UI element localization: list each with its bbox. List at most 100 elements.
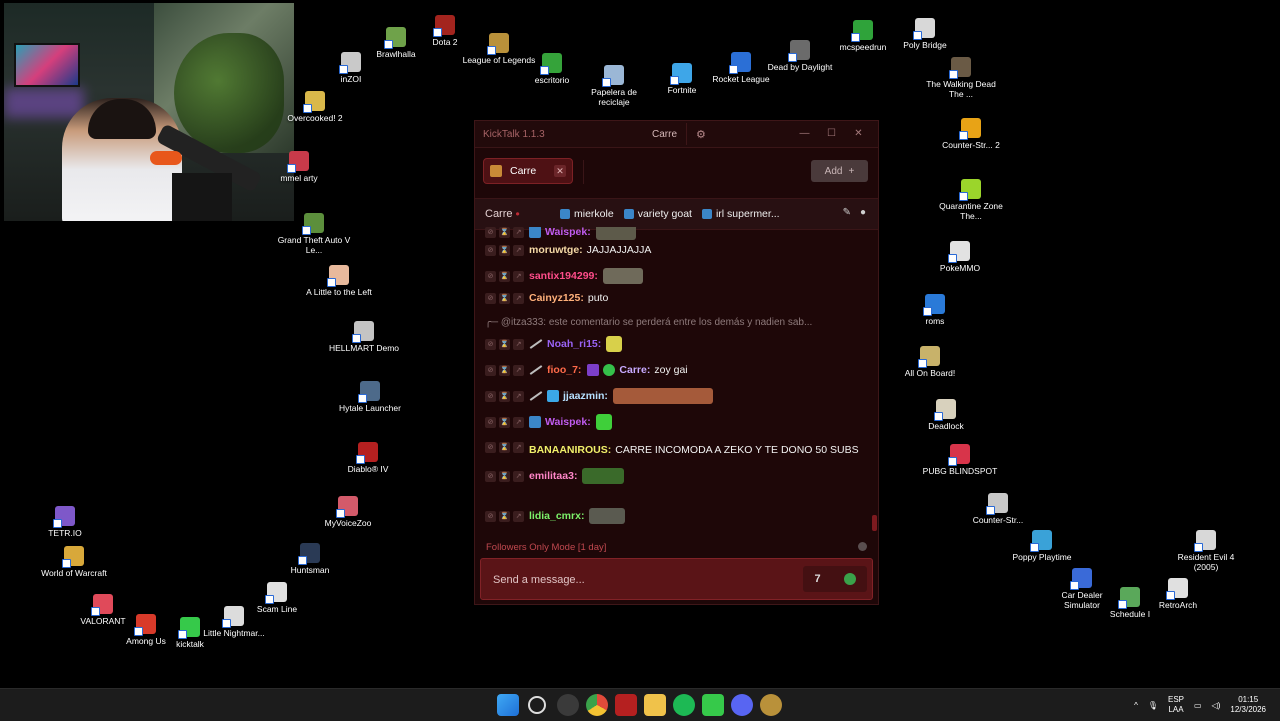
gear-icon[interactable]: ⚙ [687,128,715,141]
timeout-icon[interactable]: ⌛ [499,364,510,376]
chat-message[interactable]: ⊘ ⌛ ↗ lidia_cmrx: [475,505,868,527]
chat-message[interactable]: ⊘ ⌛ ↗ Waispek: [475,411,868,433]
reply-preview[interactable]: ╭─ @itza333: este comentario se perderá … [475,317,812,328]
chat-username[interactable]: Waispek: [545,227,591,238]
timeout-icon[interactable]: ⌛ [499,416,510,428]
desktop-shortcut[interactable]: World of Warcraft [36,546,112,578]
chat-username[interactable]: emilitaa3: [529,470,577,482]
ban-icon[interactable]: ⊘ [485,244,496,256]
desktop-shortcut[interactable]: Deadlock [908,399,984,431]
mentioned-user[interactable]: Carre: [619,364,650,376]
chat-message[interactable]: ⊘ ⌛ ↗ moruwtge: JAJJAJJAJJA [475,239,868,261]
chat-scrollbar[interactable] [872,515,877,531]
emote-image[interactable] [595,414,612,430]
emote-image[interactable] [602,268,643,284]
search-icon[interactable] [528,696,546,714]
title-bar[interactable]: KickTalk 1.1.3 Carre ⚙ — ☐ ✕ [475,121,878,148]
language-indicator[interactable]: ESP LAA [1168,695,1184,715]
desktop-shortcut[interactable]: Quarantine Zone The... [933,179,1009,221]
pin-message-icon[interactable]: ↗ [513,227,524,238]
kicktalk-taskbar-icon[interactable] [702,694,724,716]
desktop-shortcut[interactable]: Grand Theft Auto V Le... [276,213,352,255]
spotify-icon[interactable] [673,694,695,716]
ban-icon[interactable]: ⊘ [485,390,496,402]
chrome-icon[interactable] [586,694,608,716]
desktop-shortcut[interactable]: PUBG BLINDSPOT [922,444,998,476]
maximize-button[interactable]: ☐ [818,121,845,147]
desktop-shortcut[interactable]: Poppy Playtime [1004,530,1080,562]
timeout-icon[interactable]: ⌛ [499,338,510,350]
desktop-shortcut[interactable]: All On Board! [892,346,968,378]
desktop-shortcut[interactable]: PokeMMO [922,241,998,273]
pin-message-icon[interactable]: ↗ [513,364,524,376]
pinned-user[interactable]: irl supermer... [701,208,780,220]
chat-message[interactable]: ⊘ ⌛ ↗ BANAANIROUS: CARRE INCOMODA A ZEKO Y T… [475,439,868,461]
pinned-user[interactable]: mierkole [560,208,614,220]
windows-start-icon[interactable] [497,694,519,716]
ban-icon[interactable]: ⊘ [485,470,496,482]
minimize-button[interactable]: — [791,121,818,147]
chat-message[interactable]: ⊘ ⌛ ↗ Cainyz125: puto [475,287,868,309]
league-taskbar-icon[interactable] [760,694,782,716]
desktop-shortcut[interactable]: The Walking Dead The ... [923,57,999,99]
chat-username[interactable]: BANAANIROUS: [529,442,611,459]
chat-message[interactable]: ⊘ ⌛ ↗ Noah_ri15: [475,333,868,355]
ban-icon[interactable]: ⊘ [485,442,496,453]
emote-image[interactable] [612,388,713,404]
pin-message-icon[interactable]: ↗ [513,270,524,282]
desktop-shortcut[interactable]: A Little to the Left [301,265,377,297]
desktop-shortcut[interactable]: Counter-Str... [960,493,1036,525]
desktop-shortcut[interactable]: MyVoiceZoo [310,496,386,528]
close-button[interactable]: ✕ [845,121,872,147]
user-icon[interactable]: ● [860,207,866,218]
streamer-bot-icon[interactable] [615,694,637,716]
timeout-icon[interactable]: ⌛ [499,244,510,256]
ban-icon[interactable]: ⊘ [485,416,496,428]
desktop-shortcut[interactable]: Counter-Str... 2 [933,118,1009,150]
pin-message-icon[interactable]: ↗ [513,510,524,522]
chat-username[interactable]: jjaazmin: [563,390,608,402]
chat-message[interactable]: ⊘ ⌛ ↗ fioo_7: Carre: zoy gai [475,359,868,381]
desktop-shortcut[interactable]: Resident Evil 4 (2005) [1168,530,1244,572]
pin-icon[interactable]: ✎ [843,207,851,218]
desktop-shortcut[interactable]: inZOI [313,52,389,84]
desktop-shortcut[interactable]: Diablo® IV [330,442,406,474]
desktop-shortcut[interactable]: roms [897,294,973,326]
chat-messages[interactable]: ⊘ ⌛ ↗ Waispek: ⊘ ⌛ ↗ moruwtge: JAJJAJJAJJA ⊘ ⌛ ↗ san… [475,227,878,533]
discord-icon[interactable] [731,694,753,716]
chat-username[interactable]: fioo_7: [547,364,581,376]
chat-username[interactable]: moruwtge: [529,244,583,256]
chat-username[interactable]: santix194299: [529,270,598,282]
ban-icon[interactable]: ⊘ [485,364,496,376]
chat-username[interactable]: Noah_ri15: [547,338,601,350]
file-explorer-icon[interactable] [644,694,666,716]
chat-message[interactable]: ⊘ ⌛ ↗ emilitaa3: [475,465,868,487]
desktop-shortcut[interactable]: HELLMART Demo [326,321,402,353]
pinned-user[interactable]: variety goat [623,208,692,220]
desktop-shortcut[interactable]: mmel arty [261,151,337,183]
desktop-shortcut[interactable]: Papelera de reciclaje [576,65,652,107]
timeout-icon[interactable]: ⌛ [499,292,510,304]
clock[interactable]: 01:15 12/3/2026 [1230,695,1266,715]
ban-icon[interactable]: ⊘ [485,510,496,522]
timeout-icon[interactable]: ⌛ [499,390,510,402]
pin-message-icon[interactable]: ↗ [513,338,524,350]
close-tab-icon[interactable]: ✕ [554,165,566,177]
add-channel-button[interactable]: Add + [811,160,868,182]
volume-icon[interactable]: ◁) [1212,701,1221,710]
info-icon[interactable] [858,542,867,551]
desktop-shortcut[interactable]: Huntsman [272,543,348,575]
pin-message-icon[interactable]: ↗ [513,416,524,428]
emote-image[interactable] [606,336,623,352]
ban-icon[interactable]: ⊘ [485,270,496,282]
desktop-shortcut[interactable]: Poly Bridge [887,18,963,50]
microphone-icon[interactable]: 🎙 [1148,701,1158,710]
title-channel-tab[interactable]: Carre ⚙ [643,123,715,145]
emote-image[interactable] [582,468,625,484]
desktop-shortcut[interactable]: Little Nightmar... [196,606,272,638]
kick-emote-icon[interactable] [843,573,856,585]
chat-username[interactable]: Waispek: [545,416,591,428]
timeout-icon[interactable]: ⌛ [499,510,510,522]
network-icon[interactable]: ▭ [1194,701,1202,710]
obs-icon[interactable] [557,694,579,716]
